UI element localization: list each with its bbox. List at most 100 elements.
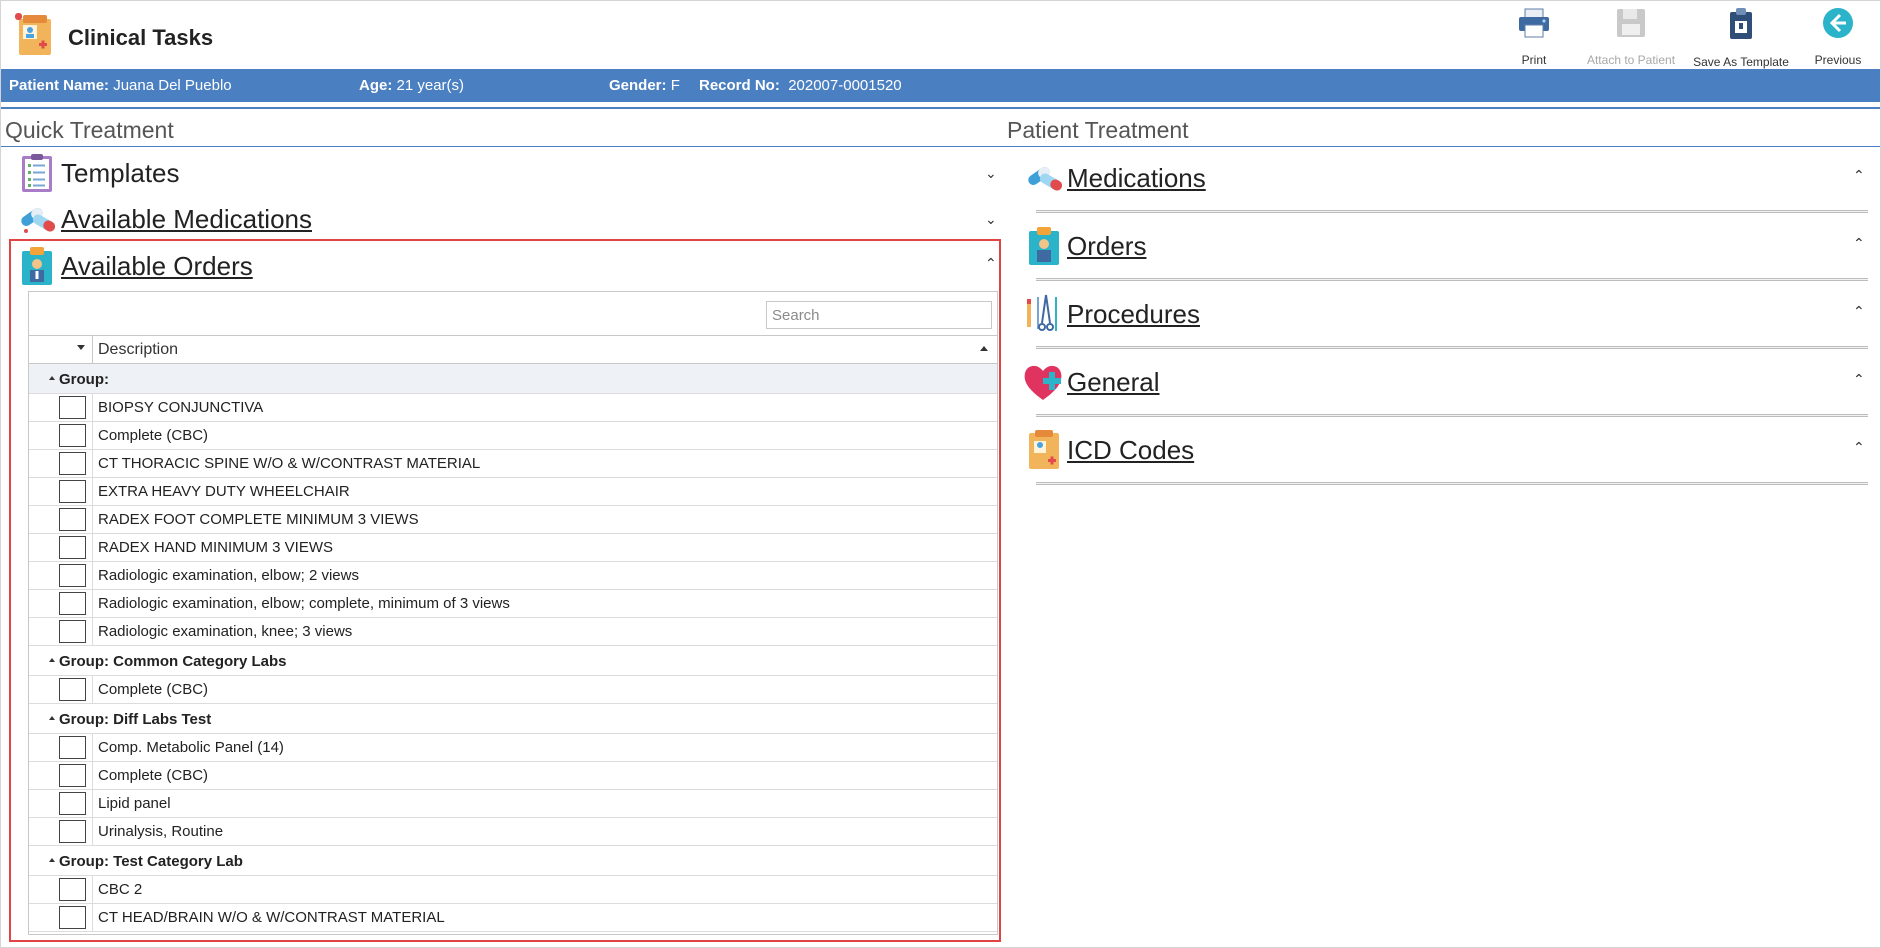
medications-label: Medications bbox=[1067, 162, 1206, 193]
checkbox-cell bbox=[29, 904, 93, 931]
order-description: RADEX FOOT COMPLETE MINIMUM 3 VIEWS bbox=[98, 511, 419, 528]
table-row[interactable]: RADEX FOOT COMPLETE MINIMUM 3 VIEWS bbox=[29, 506, 997, 534]
patient-record-number: Record No: 202007-0001520 bbox=[699, 77, 902, 94]
row-checkbox[interactable] bbox=[59, 736, 86, 759]
row-checkbox[interactable] bbox=[59, 564, 86, 587]
page-title: Clinical Tasks bbox=[68, 25, 214, 50]
patient-age: Age: 21 year(s) bbox=[359, 77, 465, 94]
checkbox-cell bbox=[29, 394, 93, 421]
accordion-procedures[interactable]: Procedures bbox=[1023, 292, 1200, 336]
caret-down-icon[interactable] bbox=[77, 345, 85, 350]
save-template-label: Save As Template bbox=[1693, 55, 1789, 69]
collapse-triangle-icon[interactable] bbox=[49, 376, 55, 380]
checkbox-cell bbox=[29, 676, 93, 703]
row-checkbox[interactable] bbox=[59, 424, 86, 447]
row-checkbox[interactable] bbox=[59, 592, 86, 615]
table-row[interactable]: Complete (CBC) bbox=[29, 422, 997, 450]
row-checkbox[interactable] bbox=[59, 508, 86, 531]
patient-gender: Gender: F bbox=[609, 77, 680, 94]
table-row[interactable]: CT HEAD/BRAIN W/O & W/CONTRAST MATERIAL bbox=[29, 904, 997, 932]
checkbox-cell bbox=[29, 422, 93, 449]
accordion-orders[interactable]: Orders bbox=[1023, 224, 1146, 268]
row-checkbox[interactable] bbox=[59, 764, 86, 787]
sort-ascending-icon[interactable] bbox=[980, 346, 988, 351]
table-row[interactable]: CT THORACIC SPINE W/O & W/CONTRAST MATER… bbox=[29, 450, 997, 478]
accordion-available-medications[interactable]: Available Medications bbox=[17, 199, 312, 239]
clinical-chart-icon bbox=[15, 13, 55, 57]
search-input[interactable] bbox=[766, 301, 992, 329]
checkbox-cell bbox=[29, 450, 93, 477]
chevron-up-icon[interactable]: ⌃ bbox=[1853, 303, 1865, 320]
table-row[interactable]: CBC 2 bbox=[29, 876, 997, 904]
order-description: Comp. Metabolic Panel (14) bbox=[98, 739, 284, 756]
table-row[interactable]: Radiologic examination, elbow; 2 views bbox=[29, 562, 997, 590]
patient-treatment-title: Patient Treatment bbox=[1007, 117, 1189, 143]
row-checkbox[interactable] bbox=[59, 452, 86, 475]
row-checkbox[interactable] bbox=[59, 820, 86, 843]
row-checkbox[interactable] bbox=[59, 536, 86, 559]
general-label: General bbox=[1067, 366, 1160, 397]
row-checkbox[interactable] bbox=[59, 906, 86, 929]
chevron-up-icon[interactable]: ⌃ bbox=[1853, 235, 1865, 252]
table-row[interactable]: RADEX HAND MINIMUM 3 VIEWS bbox=[29, 534, 997, 562]
table-row[interactable]: BIOPSY CONJUNCTIVA bbox=[29, 394, 997, 422]
attach-to-patient-button[interactable]: Attach to Patient bbox=[1576, 7, 1686, 67]
checkbox-cell bbox=[29, 506, 93, 533]
floppy-disk-icon bbox=[1614, 7, 1648, 39]
order-description: Complete (CBC) bbox=[98, 767, 209, 784]
checkbox-cell bbox=[29, 790, 93, 817]
table-row[interactable]: Radiologic examination, knee; 3 views bbox=[29, 618, 997, 646]
patient-info-bar: Patient Name: Juana Del Pueblo Age: 21 y… bbox=[1, 69, 1880, 102]
table-row[interactable]: Urinalysis, Routine bbox=[29, 818, 997, 846]
grid-column-header: Description bbox=[29, 336, 997, 364]
toolbar: Print Attach to Patient Save As Template… bbox=[1492, 7, 1880, 69]
accordion-templates[interactable]: Templates bbox=[17, 153, 180, 193]
group-row[interactable]: Group: Test Category Lab bbox=[29, 846, 997, 876]
accordion-medications[interactable]: Medications bbox=[1023, 156, 1206, 200]
section-separator bbox=[1036, 346, 1868, 349]
clinical-tasks-window: Clinical Tasks Print Attach to Patient S… bbox=[0, 0, 1881, 948]
row-checkbox[interactable] bbox=[59, 792, 86, 815]
table-row[interactable]: Comp. Metabolic Panel (14) bbox=[29, 734, 997, 762]
chevron-down-icon[interactable]: ⌄ bbox=[985, 211, 997, 228]
group-label: Group: Common Category Labs bbox=[59, 653, 287, 670]
table-row[interactable]: Complete (CBC) bbox=[29, 762, 997, 790]
orders-clipboard-icon bbox=[1023, 224, 1065, 268]
checkbox-cell bbox=[29, 478, 93, 505]
checklist-icon bbox=[17, 153, 57, 193]
group-row[interactable]: Group: Diff Labs Test bbox=[29, 704, 997, 734]
accordion-general[interactable]: General bbox=[1023, 360, 1160, 404]
icd-codes-label: ICD Codes bbox=[1067, 434, 1195, 465]
group-label: Group: Test Category Lab bbox=[59, 853, 243, 870]
row-checkbox[interactable] bbox=[59, 678, 86, 701]
row-checkbox[interactable] bbox=[59, 620, 86, 643]
group-row[interactable]: Group: Common Category Labs bbox=[29, 646, 997, 676]
order-description: CT THORACIC SPINE W/O & W/CONTRAST MATER… bbox=[98, 455, 481, 472]
section-separator bbox=[1036, 210, 1868, 213]
group-label: Group: bbox=[59, 371, 109, 388]
collapse-triangle-icon[interactable] bbox=[49, 858, 55, 862]
chevron-up-icon[interactable]: ⌃ bbox=[1853, 167, 1865, 184]
select-column-header[interactable] bbox=[29, 336, 93, 363]
previous-button[interactable]: Previous bbox=[1796, 7, 1880, 67]
collapse-triangle-icon[interactable] bbox=[49, 716, 55, 720]
chevron-up-icon[interactable]: ⌃ bbox=[1853, 439, 1865, 456]
row-checkbox[interactable] bbox=[59, 878, 86, 901]
checkbox-cell bbox=[29, 562, 93, 589]
table-row[interactable]: Lipid panel bbox=[29, 790, 997, 818]
row-checkbox[interactable] bbox=[59, 480, 86, 503]
accordion-icd-codes[interactable]: ICD Codes bbox=[1023, 428, 1194, 472]
row-checkbox[interactable] bbox=[59, 396, 86, 419]
collapse-triangle-icon[interactable] bbox=[49, 658, 55, 662]
back-arrow-icon bbox=[1821, 7, 1855, 39]
description-column-header[interactable]: Description bbox=[98, 341, 178, 359]
chevron-down-icon[interactable]: ⌄ bbox=[985, 165, 997, 182]
group-row[interactable]: Group: bbox=[29, 364, 997, 394]
checkbox-cell bbox=[29, 734, 93, 761]
table-row[interactable]: EXTRA HEAVY DUTY WHEELCHAIR bbox=[29, 478, 997, 506]
print-button[interactable]: Print bbox=[1492, 7, 1576, 67]
table-row[interactable]: Complete (CBC) bbox=[29, 676, 997, 704]
table-row[interactable]: Radiologic examination, elbow; complete,… bbox=[29, 590, 997, 618]
chevron-up-icon[interactable]: ⌃ bbox=[1853, 371, 1865, 388]
save-as-template-button[interactable]: Save As Template bbox=[1686, 7, 1796, 69]
